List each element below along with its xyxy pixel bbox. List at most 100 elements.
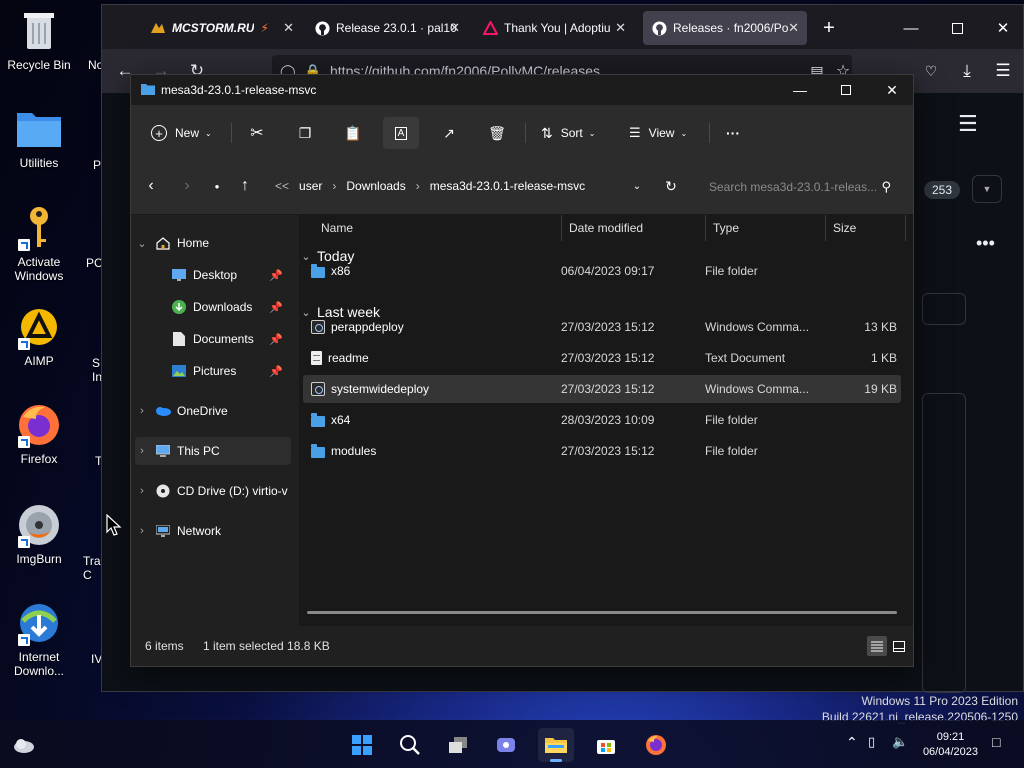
sidebar-item-downloads[interactable]: Downloads 📌: [161, 293, 291, 321]
address-dropdown-icon[interactable]: ⌄: [623, 172, 651, 200]
desktop-icon-firefox[interactable]: Firefox: [3, 402, 75, 466]
file-row[interactable]: systemwidedeploy 27/03/2023 15:12 Windows …: [303, 375, 901, 403]
column-separator[interactable]: [705, 215, 706, 241]
sidebar-item-documents[interactable]: Documents 📌: [161, 325, 291, 353]
notifications-icon[interactable]: □: [992, 734, 1000, 750]
sidebar-item-onedrive[interactable]: › OneDrive: [135, 397, 291, 425]
search-icon[interactable]: [392, 728, 428, 762]
minimize-button[interactable]: —: [888, 13, 934, 43]
cut-icon[interactable]: ✂: [239, 117, 275, 149]
breadcrumb-item[interactable]: mesa3d-23.0.1-release-msvc: [430, 179, 585, 193]
maximize-button[interactable]: [934, 13, 980, 43]
file-explorer-window[interactable]: mesa3d-23.0.1-release-msvc — ✕ + New ⌄ ✂…: [130, 74, 914, 667]
task-view-icon[interactable]: [440, 728, 476, 762]
close-icon[interactable]: ✕: [283, 20, 294, 36]
menu-icon[interactable]: ☰: [988, 56, 1018, 86]
store-icon[interactable]: [588, 728, 624, 762]
file-row[interactable]: x64 28/03/2023 10:09 File folder: [303, 406, 901, 434]
view-button[interactable]: ☰ View ⌄: [623, 117, 693, 149]
clock[interactable]: 09:21 06/04/2023: [923, 730, 978, 760]
file-explorer-icon[interactable]: [538, 728, 574, 762]
desktop-icon-utilities[interactable]: Utilities: [3, 106, 75, 170]
network-icon[interactable]: ▯: [868, 734, 875, 750]
desktop-icon-internet-download[interactable]: Internet Downlo...: [3, 600, 75, 678]
more-icon[interactable]: •••: [976, 233, 995, 254]
share-icon[interactable]: ↗: [431, 117, 467, 149]
desktop-icon-recycle-bin[interactable]: Recycle Bin: [3, 8, 75, 72]
maximize-button[interactable]: [823, 75, 869, 105]
tiles-view-icon[interactable]: [889, 636, 909, 656]
forward-button[interactable]: ›: [173, 172, 201, 200]
chevron-down-icon[interactable]: ⌄: [135, 237, 149, 250]
column-header-size[interactable]: Size: [833, 215, 856, 241]
downloads-icon[interactable]: ⤓: [952, 56, 982, 86]
dropdown-button[interactable]: ▼: [972, 175, 1002, 203]
weather-icon[interactable]: [6, 728, 42, 762]
column-header-type[interactable]: Type: [713, 215, 739, 241]
sidebar-item-home[interactable]: ⌄ Home: [135, 229, 291, 257]
sidebar-item-network[interactable]: › Network: [135, 517, 291, 545]
tab-mcstorm[interactable]: MCSTORM.RU ⚡ ✕: [142, 11, 302, 45]
sidebar-item-pictures[interactable]: Pictures 📌: [161, 357, 291, 385]
volume-icon[interactable]: 🔈: [892, 734, 908, 750]
pin-icon[interactable]: 📌: [269, 269, 283, 282]
search-input[interactable]: Search mesa3d-23.0.1-releas... ⚲: [701, 174, 899, 200]
up-button[interactable]: ↑: [231, 172, 259, 200]
column-separator[interactable]: [905, 215, 906, 241]
new-button[interactable]: + New ⌄: [145, 117, 218, 149]
back-button[interactable]: ‹: [137, 172, 165, 200]
refresh-icon[interactable]: ↻: [657, 172, 685, 200]
desktop-icon-activate-windows[interactable]: Activate Windows: [3, 205, 75, 283]
column-header-date[interactable]: Date modified: [569, 215, 643, 241]
sidebar-item-cd-drive-d-virtio-v[interactable]: › CD Drive (D:) virtio-v: [135, 477, 291, 505]
chevron-right-icon[interactable]: ›: [135, 445, 149, 457]
close-button[interactable]: ✕: [980, 13, 1024, 43]
close-button[interactable]: ✕: [869, 75, 915, 105]
teams-icon[interactable]: [488, 728, 524, 762]
breadcrumb-item[interactable]: Downloads: [346, 179, 405, 193]
column-separator[interactable]: [825, 215, 826, 241]
chevron-right-icon[interactable]: ›: [135, 485, 149, 497]
file-row[interactable]: readme 27/03/2023 15:12 Text Document 1 KB: [303, 344, 901, 372]
new-tab-button[interactable]: +: [806, 13, 852, 43]
breadcrumb-item[interactable]: user: [299, 179, 322, 193]
pin-icon[interactable]: 📌: [269, 301, 283, 314]
file-type: Windows Comma...: [705, 320, 810, 334]
start-icon[interactable]: [344, 728, 380, 762]
rename-icon[interactable]: A: [383, 117, 419, 149]
chevron-right-icon[interactable]: ›: [135, 525, 149, 537]
paste-icon[interactable]: 📋: [335, 117, 371, 149]
sidebar-item-this-pc[interactable]: › This PC: [135, 437, 291, 465]
file-row[interactable]: x86 06/04/2023 09:17 File folder: [303, 257, 901, 285]
desktop-icon-imgburn[interactable]: ImgBurn: [3, 502, 75, 566]
pin-icon[interactable]: 📌: [269, 365, 283, 378]
copy-icon[interactable]: ❐: [287, 117, 323, 149]
delete-icon[interactable]: 🗑: [479, 117, 515, 149]
details-view-icon[interactable]: [867, 636, 887, 656]
recent-locations-button[interactable]: ●: [203, 172, 231, 200]
sort-button[interactable]: ⇅ Sort ⌄: [535, 117, 601, 149]
column-separator[interactable]: [561, 215, 562, 241]
pocket-icon[interactable]: ♡: [916, 56, 946, 86]
tab-release-pal[interactable]: Release 23.0.1 · pal10 ✕: [306, 11, 468, 45]
minimize-button[interactable]: —: [777, 75, 823, 105]
breadcrumb[interactable]: << user › Downloads › mesa3d-23.0.1-rele…: [275, 179, 585, 193]
column-header-name[interactable]: Name: [321, 215, 353, 241]
horizontal-scrollbar[interactable]: [307, 611, 897, 614]
file-row[interactable]: modules 27/03/2023 15:12 File folder: [303, 437, 901, 465]
close-icon[interactable]: ✕: [615, 20, 626, 36]
close-icon[interactable]: ✕: [788, 20, 799, 36]
desktop-icon-aimp[interactable]: AIMP: [3, 304, 75, 368]
hamburger-icon[interactable]: ☰: [958, 111, 978, 137]
close-icon[interactable]: ✕: [449, 20, 460, 36]
pin-icon[interactable]: 📌: [269, 333, 283, 346]
tab-adoptium[interactable]: Thank You | Adoptiu ✕: [474, 11, 634, 45]
breadcrumb-overflow[interactable]: <<: [275, 179, 289, 193]
firefox-icon[interactable]: [638, 728, 674, 762]
file-row[interactable]: perappdeploy 27/03/2023 15:12 Windows Comm…: [303, 313, 901, 341]
chevron-up-icon[interactable]: ⌃: [846, 734, 858, 751]
sidebar-item-desktop[interactable]: Desktop 📌: [161, 261, 291, 289]
more-options-button[interactable]: ···: [715, 117, 751, 149]
tab-releases[interactable]: Releases · fn2006/Po ✕: [643, 11, 807, 45]
chevron-right-icon[interactable]: ›: [135, 405, 149, 417]
